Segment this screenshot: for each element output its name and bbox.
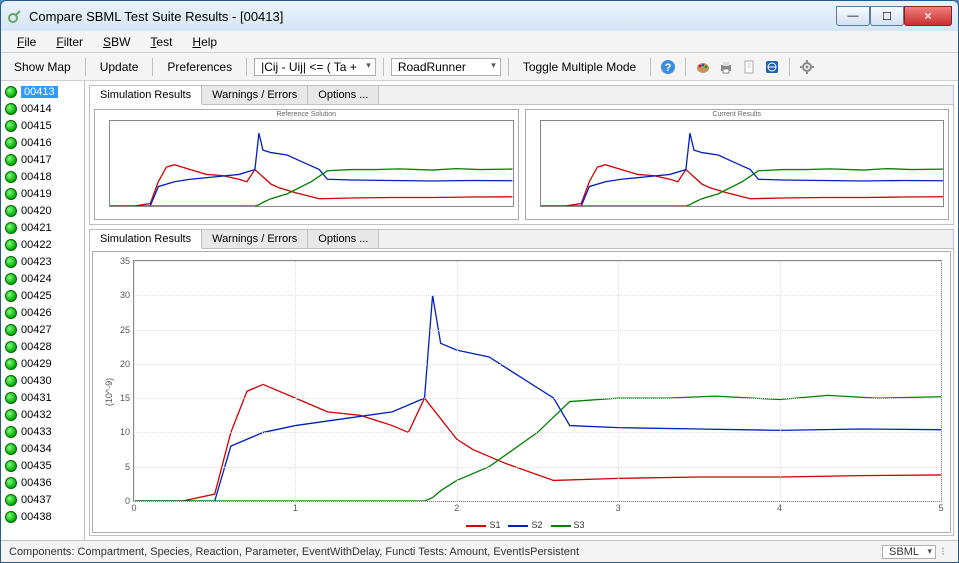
test-item[interactable]: 00438 [1,508,84,525]
status-dot-icon [5,103,17,115]
test-item[interactable]: 00428 [1,338,84,355]
print-icon[interactable] [716,57,736,77]
status-dot-icon [5,392,17,404]
status-dot-icon [5,171,17,183]
svg-text:?: ? [665,62,672,74]
status-dot-icon [5,426,17,438]
status-dot-icon [5,239,17,251]
statusbar: Components: Compartment, Species, Reacti… [1,540,958,562]
tab-simulation-results[interactable]: Simulation Results [90,86,202,105]
test-item[interactable]: 00432 [1,406,84,423]
status-dot-icon [5,341,17,353]
test-item[interactable]: 00422 [1,236,84,253]
status-dot-icon [5,307,17,319]
bottom-panel: Simulation Results Warnings / Errors Opt… [89,229,954,536]
tab-simulation-results-2[interactable]: Simulation Results [90,230,202,249]
tab-options-2[interactable]: Options ... [308,230,379,248]
test-item[interactable]: 00417 [1,151,84,168]
test-item[interactable]: 00421 [1,219,84,236]
solver-combo[interactable]: RoadRunner [391,58,501,76]
y-axis-label: (10^-9) [104,378,114,406]
status-dot-icon [5,154,17,166]
status-dot-icon [5,256,17,268]
test-item[interactable]: 00416 [1,134,84,151]
app-window: Compare SBML Test Suite Results - [00413… [0,0,959,563]
test-item[interactable]: 00420 [1,202,84,219]
test-item[interactable]: 00414 [1,100,84,117]
test-item[interactable]: 00429 [1,355,84,372]
status-components: Components: Compartment, Species, Reacti… [9,546,579,558]
test-list[interactable]: 0041300414004150041600417004180041900420… [1,81,85,540]
palette-icon[interactable] [693,57,713,77]
formula-combo[interactable]: |Cij - Uij| <= ( Ta + [254,58,376,76]
status-dot-icon [5,443,17,455]
status-dot-icon [5,358,17,370]
titlebar[interactable]: Compare SBML Test Suite Results - [00413… [1,1,958,31]
resize-grip-icon[interactable]: ⁝ [936,545,950,558]
update-button[interactable]: Update [93,58,146,76]
current-chart[interactable]: Current Results [525,109,950,220]
status-dot-icon [5,494,17,506]
reference-chart[interactable]: Reference Solution [94,109,519,220]
document-icon[interactable] [739,57,759,77]
menu-test[interactable]: Test [142,33,180,51]
status-dot-icon [5,511,17,523]
toggle-multiple-button[interactable]: Toggle Multiple Mode [516,58,643,76]
gear-icon[interactable] [797,57,817,77]
test-item[interactable]: 00424 [1,270,84,287]
test-item[interactable]: 00425 [1,287,84,304]
show-map-button[interactable]: Show Map [7,58,78,76]
status-dot-icon [5,205,17,217]
status-dot-icon [5,222,17,234]
test-item[interactable]: 00436 [1,474,84,491]
app-icon [7,8,23,24]
test-item[interactable]: 00423 [1,253,84,270]
menu-filter[interactable]: Filter [48,33,91,51]
test-item[interactable]: 00413 [1,83,84,100]
test-item[interactable]: 00433 [1,423,84,440]
menu-help[interactable]: Help [184,33,225,51]
help-icon[interactable]: ? [658,57,678,77]
test-item[interactable]: 00415 [1,117,84,134]
top-panel: Simulation Results Warnings / Errors Opt… [89,85,954,225]
maximize-button[interactable]: ☐ [870,6,904,26]
test-item[interactable]: 00434 [1,440,84,457]
status-dot-icon [5,324,17,336]
main-chart[interactable]: (10^-9) 05101520253035012345 S1S2S3 [92,251,951,533]
test-item[interactable]: 00418 [1,168,84,185]
status-dot-icon [5,120,17,132]
status-format-combo[interactable]: SBML [882,545,936,559]
test-item[interactable]: 00431 [1,389,84,406]
toolbar: Show Map Update Preferences |Cij - Uij| … [1,53,958,81]
status-dot-icon [5,273,17,285]
status-dot-icon [5,409,17,421]
menubar: FileFilterSBWTestHelp [1,31,958,53]
status-dot-icon [5,477,17,489]
close-button[interactable]: ✕ [904,6,952,26]
tab-options[interactable]: Options ... [308,86,379,104]
menu-sbw[interactable]: SBW [95,33,138,51]
status-dot-icon [5,290,17,302]
test-item[interactable]: 00437 [1,491,84,508]
test-item[interactable]: 00430 [1,372,84,389]
preferences-button[interactable]: Preferences [160,58,239,76]
window-title: Compare SBML Test Suite Results - [00413… [29,9,836,24]
status-dot-icon [5,137,17,149]
test-item[interactable]: 00435 [1,457,84,474]
chart-legend: S1S2S3 [93,520,950,530]
minimize-button[interactable]: — [836,6,870,26]
tab-warnings-errors-2[interactable]: Warnings / Errors [202,230,308,248]
menu-file[interactable]: File [9,33,44,51]
status-dot-icon [5,375,17,387]
status-dot-icon [5,86,17,98]
tab-warnings-errors[interactable]: Warnings / Errors [202,86,308,104]
test-item[interactable]: 00427 [1,321,84,338]
status-dot-icon [5,460,17,472]
globe-icon[interactable] [762,57,782,77]
test-item[interactable]: 00419 [1,185,84,202]
test-item[interactable]: 00426 [1,304,84,321]
status-dot-icon [5,188,17,200]
